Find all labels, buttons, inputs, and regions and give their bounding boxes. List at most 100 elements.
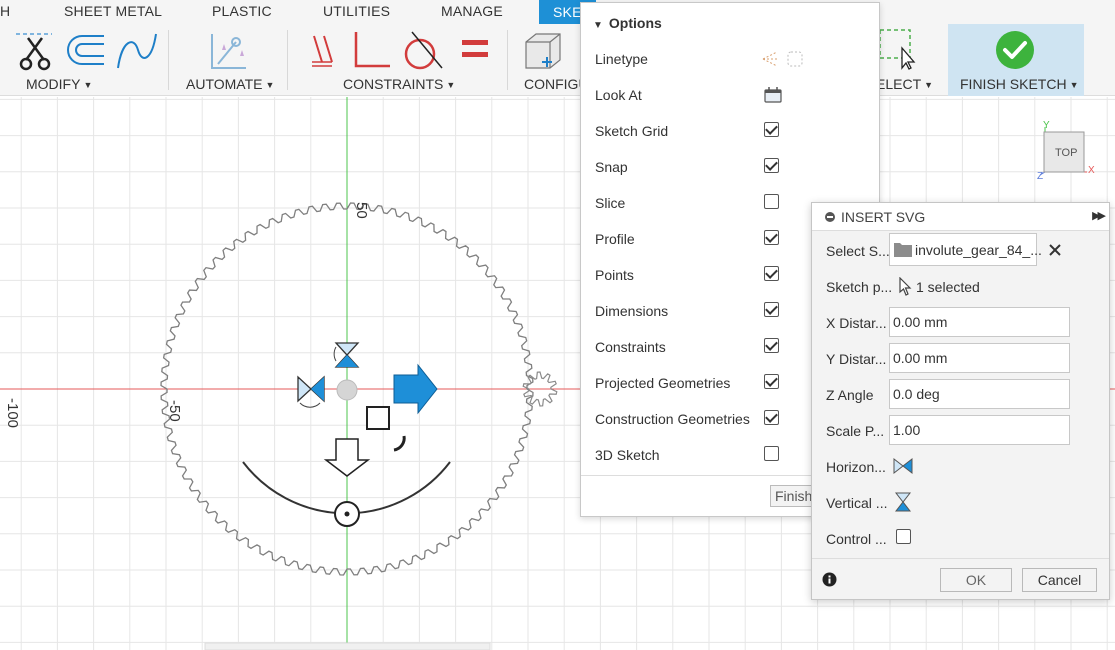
option-label: Construction Geometries (595, 411, 750, 427)
projected-geometries-checkbox[interactable] (764, 374, 779, 389)
fusion-window: H SHEET METAL PLASTIC UTILITIES MANAGE S… (0, 0, 1115, 650)
x-arrow-handle[interactable] (393, 363, 438, 415)
caret-down-icon: ▼ (83, 80, 93, 90)
view-cube-top-label: TOP (1055, 147, 1077, 159)
view-cube[interactable]: TOP Y X Z (1037, 120, 1095, 182)
option-label: Look At (595, 87, 642, 103)
z-angle-input[interactable]: 0.0 deg (889, 379, 1070, 409)
select-svg-file-button[interactable]: involute_gear_84_... (889, 233, 1042, 266)
option-label: 3D Sketch (595, 447, 660, 463)
sketch-plane-value: 1 selected (916, 279, 980, 295)
tab-h[interactable]: H (0, 3, 10, 19)
select-window-icon[interactable] (876, 28, 916, 70)
construction-geometries-checkbox[interactable] (764, 410, 779, 425)
y-distance-label: Y Distar... (826, 351, 887, 367)
x-distance-input[interactable]: 0.00 mm (889, 307, 1070, 337)
dialog-title-bar[interactable]: INSERT SVG ▶▶ (812, 203, 1109, 231)
scale-label: Scale P... (826, 423, 885, 439)
control-points-checkbox[interactable] (896, 529, 911, 544)
collapse-icon[interactable] (825, 212, 835, 222)
trim-icon[interactable] (14, 28, 54, 72)
cursor-icon[interactable] (898, 277, 912, 297)
equal-constraint-icon[interactable] (460, 36, 492, 64)
option-label: Constraints (595, 339, 666, 355)
caret-down-icon: ▼ (924, 80, 934, 90)
points-checkbox[interactable] (764, 266, 779, 281)
options-header[interactable]: ▼ Options (593, 15, 662, 31)
option-label: Profile (595, 231, 635, 247)
tangent-constraint-icon[interactable] (402, 30, 444, 70)
tab-plastic[interactable]: PLASTIC (212, 3, 272, 19)
option-label: Points (595, 267, 634, 283)
horizontal-flip-label: Horizon... (826, 459, 886, 475)
sketch-plane-label: Sketch p... (826, 279, 893, 295)
caret-down-icon: ▼ (446, 80, 456, 90)
ok-button[interactable]: OK (940, 568, 1012, 592)
constraints-label: CONSTRAINTS (343, 76, 444, 92)
navigation-bar[interactable] (204, 642, 491, 650)
options-title: Options (608, 15, 662, 31)
configure-menu[interactable]: CONFIGU (524, 76, 589, 92)
divider (812, 558, 1109, 559)
profile-checkbox[interactable] (764, 230, 779, 245)
folder-icon (894, 243, 912, 257)
selected-file-name: involute_gear_84_... (915, 242, 1042, 258)
rotate-corner-handle[interactable] (393, 435, 406, 452)
tab-manage[interactable]: MANAGE (441, 3, 503, 19)
scale-input[interactable]: 1.00 (889, 415, 1070, 445)
look-at-icon[interactable] (763, 85, 783, 105)
automate-menu[interactable]: AUTOMATE ▼ (186, 76, 274, 92)
clear-selection-icon[interactable] (1049, 244, 1061, 256)
z-angle-label: Z Angle (826, 387, 874, 403)
tab-sheet-metal[interactable]: SHEET METAL (64, 3, 162, 19)
y-distance-input[interactable]: 0.00 mm (889, 343, 1070, 373)
constraints-checkbox[interactable] (764, 338, 779, 353)
dimensions-checkbox[interactable] (764, 302, 779, 317)
divider (287, 30, 288, 90)
constraints-menu[interactable]: CONSTRAINTS ▼ (343, 76, 455, 92)
slice-checkbox[interactable] (764, 194, 779, 209)
coincident-constraint-icon[interactable] (310, 32, 334, 68)
info-icon[interactable] (822, 572, 837, 587)
caret-down-icon: ▼ (265, 80, 275, 90)
configure-icon[interactable] (520, 28, 566, 72)
dialog-title: INSERT SVG (841, 209, 926, 225)
control-points-label: Control ... (826, 531, 887, 547)
expand-arrows-icon[interactable]: ▶▶ (1092, 209, 1106, 222)
finish-sketch-menu: FINISH SKETCH ▼ (960, 76, 1079, 92)
option-label: Slice (595, 195, 626, 211)
dimension-label-50: 50 (353, 202, 370, 219)
automate-icon[interactable] (206, 30, 250, 72)
sketch-grid-checkbox[interactable] (764, 122, 779, 137)
vertical-flip-icon[interactable] (894, 492, 912, 512)
tab-bar: H SHEET METAL PLASTIC UTILITIES MANAGE S… (0, 0, 1115, 24)
snap-checkbox[interactable] (764, 158, 779, 173)
ribbon-toolbar: MODIFY ▼ AUTOMATE ▼ CONSTRAINTS ▼ CONFIG… (0, 24, 1115, 96)
divider (507, 30, 508, 90)
option-label: Snap (595, 159, 628, 175)
offset-icon[interactable] (64, 32, 108, 68)
x-distance-label: X Distar... (826, 315, 887, 331)
horizontal-flip-icon[interactable] (893, 457, 913, 475)
linetype-icons[interactable] (761, 49, 805, 69)
select-label: ELECT (876, 76, 922, 92)
tab-utilities[interactable]: UTILITIES (323, 3, 390, 19)
cancel-button[interactable]: Cancel (1022, 568, 1097, 592)
perpendicular-constraint-icon[interactable] (350, 30, 394, 70)
modify-menu[interactable]: MODIFY ▼ (26, 76, 92, 92)
origin-handle[interactable] (336, 379, 358, 401)
view-cube-x-label: X (1088, 165, 1095, 176)
planar-move-handle[interactable] (366, 406, 390, 430)
finish-sketch-button[interactable]: FINISH SKETCH ▼ (948, 24, 1084, 96)
divider (168, 30, 169, 90)
checkmark-icon (996, 31, 1034, 69)
spline-icon[interactable] (114, 30, 160, 72)
select-svg-label: Select S... (826, 243, 890, 259)
select-menu[interactable]: ELECT ▼ (876, 76, 933, 92)
caret-down-icon: ▼ (1069, 80, 1079, 90)
dimension-label-neg50: -50 (166, 400, 183, 422)
option-label: Linetype (595, 51, 648, 67)
down-arrow-handle[interactable] (323, 438, 371, 477)
3d-sketch-checkbox[interactable] (764, 446, 779, 461)
dimension-label-neg100: -100 (4, 398, 21, 428)
